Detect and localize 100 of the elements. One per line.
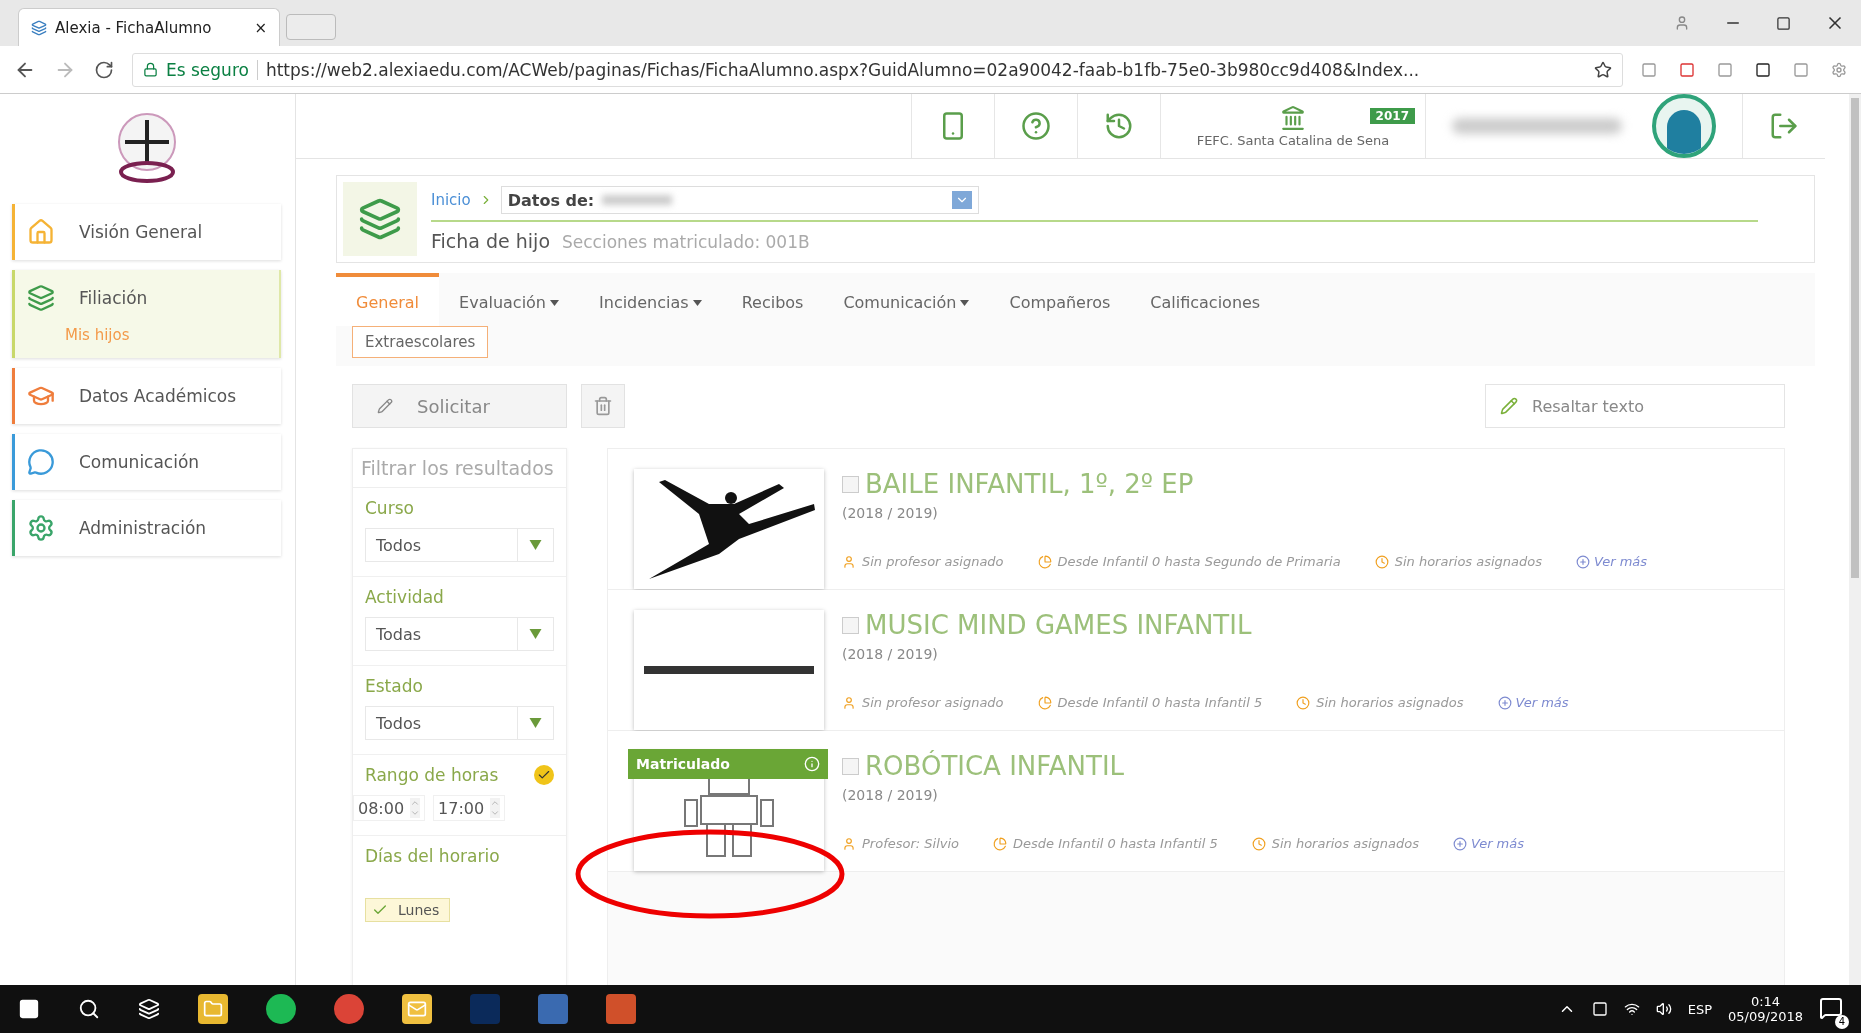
sidebar-item[interactable]: Administración <box>12 500 281 556</box>
day-checkbox[interactable]: Lunes <box>365 898 451 922</box>
tab[interactable]: Calificaciones <box>1130 273 1281 326</box>
bookmark-star-icon[interactable] <box>1594 60 1612 79</box>
pie-icon <box>1037 554 1052 569</box>
teacher-info: Sin profesor asignado <box>862 695 1004 710</box>
extension-icon[interactable] <box>1679 61 1695 78</box>
search-icon[interactable] <box>78 998 100 1020</box>
check-icon <box>537 768 551 782</box>
filter-select[interactable]: Todos <box>365 528 554 562</box>
clock[interactable]: 0:14 05/09/2018 <box>1728 994 1803 1024</box>
scrollbar-thumb[interactable] <box>1851 98 1859 578</box>
user-profile-icon[interactable] <box>1674 15 1690 31</box>
level-info: Desde Infantil 0 hasta Infantil 5 <box>1057 695 1263 710</box>
filter-label: Días del horario <box>365 846 501 866</box>
chat-bubbles-icon <box>27 448 55 476</box>
spin-up-icon[interactable] <box>410 798 421 808</box>
filter-label: Curso <box>365 498 415 518</box>
pie-icon <box>1037 695 1052 710</box>
filter-label: Actividad <box>365 587 445 607</box>
activity-year: (2018 / 2019) <box>842 646 939 662</box>
restore-icon[interactable] <box>1776 15 1791 31</box>
info-icon[interactable] <box>804 756 820 772</box>
tab[interactable]: Compañeros <box>989 273 1131 326</box>
tab[interactable]: Incidencias <box>579 273 722 326</box>
time-to-field[interactable]: 17:00 <box>433 795 506 821</box>
teacher-info: Profesor: Silvio <box>862 836 960 851</box>
browser-app-icon[interactable] <box>334 994 364 1024</box>
folder-icon <box>203 999 223 1019</box>
sidebar-label: Datos Académicos <box>79 386 237 406</box>
folder-app-icon[interactable] <box>198 994 228 1024</box>
schedule-info: Sin horarios asignados <box>1316 695 1464 710</box>
sidebar-item[interactable]: Datos Académicos <box>12 368 281 424</box>
reload-icon[interactable] <box>94 59 114 80</box>
time-from-field[interactable]: 08:00 <box>353 795 426 821</box>
lock-icon <box>143 62 158 77</box>
day-label: Lunes <box>398 902 440 918</box>
browser-tab[interactable]: Alexia - FichaAlumno × <box>18 8 280 46</box>
student-select[interactable]: Datos de: <box>500 186 979 214</box>
activity-checkbox[interactable] <box>842 475 859 493</box>
pen-icon <box>377 398 393 414</box>
sidebar-label: Administración <box>79 518 207 538</box>
status-badge: Matriculado <box>628 749 828 779</box>
plus-icon <box>1576 554 1591 569</box>
url-text: https://web2.alexiaedu.com/ACWeb/paginas/Fichas/FichaAlumno.aspx?GuidAlumno=02a90042-faab-b1fb-75e0-3b980cc9d408&Index... <box>256 59 1420 80</box>
activity-title: BAILE INFANTIL, 1º, 2º EP <box>865 469 1194 499</box>
plus-icon <box>1453 836 1467 851</box>
schedule-info: Sin horarios asignados <box>1394 554 1543 569</box>
wifi-icon[interactable] <box>1623 1001 1640 1017</box>
spin-up-icon[interactable] <box>490 798 501 808</box>
level-info: Desde Infantil 0 hasta Segundo de Primaria <box>1057 554 1341 569</box>
person-silhouette-icon <box>1667 110 1701 154</box>
page-subtitle: Secciones matriculado: 001B <box>562 232 810 252</box>
caret-icon <box>692 299 702 306</box>
tab-title: Alexia - FichaAlumno <box>55 18 213 37</box>
extension-icon[interactable] <box>1755 61 1771 78</box>
address-bar[interactable]: Es seguro https://web2.alexiaedu.com/ACWeb/paginas/Fichas/FichaAlumno.aspx?GuidAlumno=02a90042-faab-b1fb-75e0-3b980cc9d408&Index... <box>132 52 1623 87</box>
filter-title: Filtrar los resultados <box>353 449 566 488</box>
clock-icon <box>1251 836 1266 851</box>
secure-label: Es seguro <box>166 59 249 80</box>
logout-icon[interactable] <box>1769 111 1799 141</box>
tab[interactable]: Comunicación <box>823 273 990 326</box>
sidebar-item[interactable]: Visión General <box>12 204 281 260</box>
activity-title: MUSIC MIND GAMES INFANTIL <box>865 610 1252 640</box>
sidebar-label: Comunicación <box>79 452 200 472</box>
sidebar-item[interactable]: Filiación Mis hijos <box>12 270 281 358</box>
filter-select[interactable]: Todas <box>365 617 554 651</box>
range-toggle[interactable] <box>534 765 554 785</box>
home-link[interactable]: Inicio <box>431 191 471 209</box>
page-title: Ficha de hijo <box>431 230 550 252</box>
music-app-icon[interactable] <box>266 994 296 1024</box>
subtab[interactable]: Extraescolares <box>352 326 489 358</box>
history-icon[interactable] <box>1104 111 1134 141</box>
spin-down-icon[interactable] <box>410 808 421 818</box>
user-avatar[interactable] <box>1652 94 1716 158</box>
activity-year: (2018 / 2019) <box>842 787 939 803</box>
tab-close[interactable]: × <box>254 18 267 37</box>
activity-year: (2018 / 2019) <box>842 505 939 521</box>
activity-checkbox[interactable] <box>842 616 859 634</box>
highlight-text-button[interactable]: Resaltar texto <box>1485 384 1785 428</box>
spin-down-icon[interactable] <box>490 808 501 818</box>
tab[interactable]: Recibos <box>721 273 824 326</box>
volume-icon[interactable] <box>1655 1001 1672 1017</box>
filter-select[interactable]: Todos <box>365 706 554 740</box>
caret-icon <box>960 299 970 306</box>
help-icon[interactable] <box>1021 111 1051 141</box>
sidebar-item[interactable]: Comunicación <box>12 434 281 490</box>
clock-icon <box>1374 554 1389 569</box>
person-icon <box>842 554 856 569</box>
tab[interactable]: Evaluación <box>439 273 579 326</box>
activity-checkbox[interactable] <box>842 757 859 775</box>
person-icon <box>842 695 856 710</box>
language-indicator[interactable]: ESP <box>1687 1001 1713 1017</box>
scrollbar[interactable] <box>1849 94 1861 985</box>
mail-app-icon[interactable] <box>402 994 432 1024</box>
site-favicon-icon <box>31 19 47 36</box>
teacher-info: Sin profesor asignado <box>862 554 1004 569</box>
sidebar-label: Filiación <box>79 288 148 308</box>
delete-button[interactable] <box>581 384 625 428</box>
trash-icon <box>593 396 613 416</box>
